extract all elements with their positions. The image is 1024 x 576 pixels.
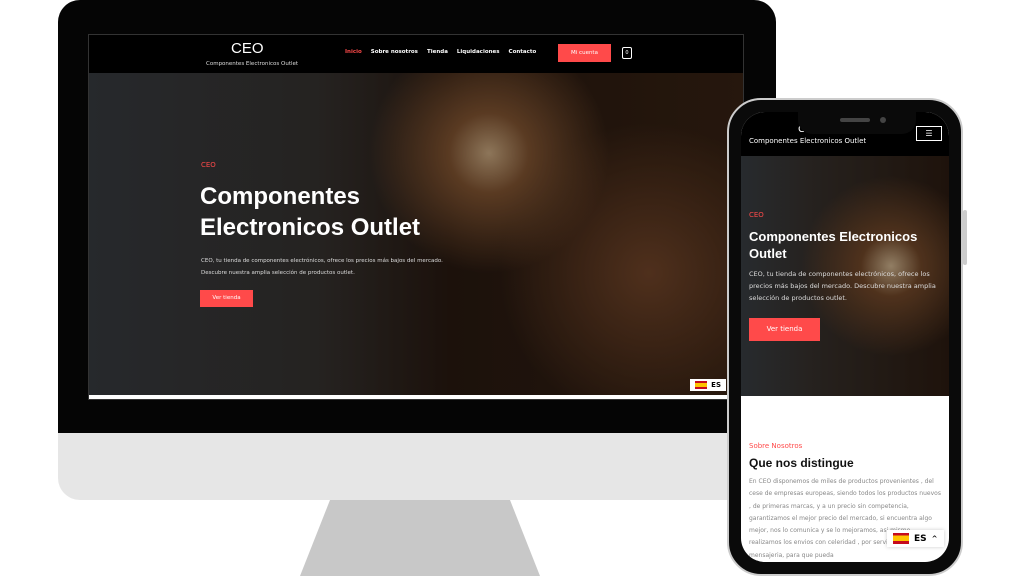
cart-icon[interactable]: 0 xyxy=(622,47,632,59)
chevron-up-icon: ^ xyxy=(931,534,938,543)
mobile-hero-description: CEO, tu tienda de componentes electrónic… xyxy=(749,270,936,302)
spain-flag-icon xyxy=(695,381,708,389)
desktop-screen: CEO Componentes Electronicos Outlet Inic… xyxy=(88,34,744,400)
nav-contacto[interactable]: Contacto xyxy=(509,49,537,55)
nav-inicio[interactable]: Inicio xyxy=(345,49,362,55)
hero-tag: CEO xyxy=(201,161,216,169)
nav-liquidaciones[interactable]: Liquidaciones xyxy=(457,49,500,55)
hero-title: Componentes Electronicos Outlet xyxy=(200,183,421,241)
about-tag: Sobre Nosotros xyxy=(749,442,803,450)
logo-tagline: Componentes Electronicos Outlet xyxy=(206,61,299,67)
shop-button[interactable]: Ver tienda xyxy=(200,290,253,307)
hero-description: CEO, tu tienda de componentes electrónic… xyxy=(201,258,443,276)
about-text: En CEO disponemos de miles de productos … xyxy=(749,478,941,559)
phone-side-button xyxy=(963,210,967,265)
monitor-stand xyxy=(300,500,540,576)
header-nav: CEO Componentes Electronicos Outlet Inic… xyxy=(89,35,743,73)
mobile-hero-tag: CEO xyxy=(749,211,764,219)
about-title: Que nos distingue xyxy=(749,456,854,470)
main-menu: Inicio Sobre nosotros Tienda Liquidacion… xyxy=(345,49,536,55)
hero-section: CEO Componentes Electronicos Outlet CEO,… xyxy=(89,73,743,397)
mobile-hero-title: Componentes Electronicos Outlet xyxy=(749,229,918,261)
language-code: ES xyxy=(711,381,721,389)
menu-icon[interactable]: ☰ xyxy=(916,126,942,141)
mobile-shop-button[interactable]: Ver tienda xyxy=(749,318,820,341)
mobile-tagline: Componentes Electronicos Outlet xyxy=(749,137,867,145)
spain-flag-icon xyxy=(893,533,909,544)
account-button[interactable]: Mi cuenta xyxy=(558,44,611,62)
language-switcher[interactable]: ES xyxy=(690,379,726,391)
nav-tienda[interactable]: Tienda xyxy=(427,49,448,55)
logo[interactable]: CEO xyxy=(231,40,264,57)
language-code: ES xyxy=(914,533,927,544)
nav-sobre-nosotros[interactable]: Sobre nosotros xyxy=(371,49,418,55)
mobile-hero: CEO Componentes Electronicos Outlet CEO,… xyxy=(741,156,949,396)
camera-icon xyxy=(880,117,886,123)
mobile-language-switcher[interactable]: ES ^ xyxy=(887,530,944,547)
phone-frame: CEO Componentes Electronicos Outlet ☰ CE… xyxy=(727,98,963,576)
phone-screen: CEO Componentes Electronicos Outlet ☰ CE… xyxy=(741,112,949,562)
phone-notch xyxy=(798,112,916,134)
content-edge xyxy=(89,395,743,399)
